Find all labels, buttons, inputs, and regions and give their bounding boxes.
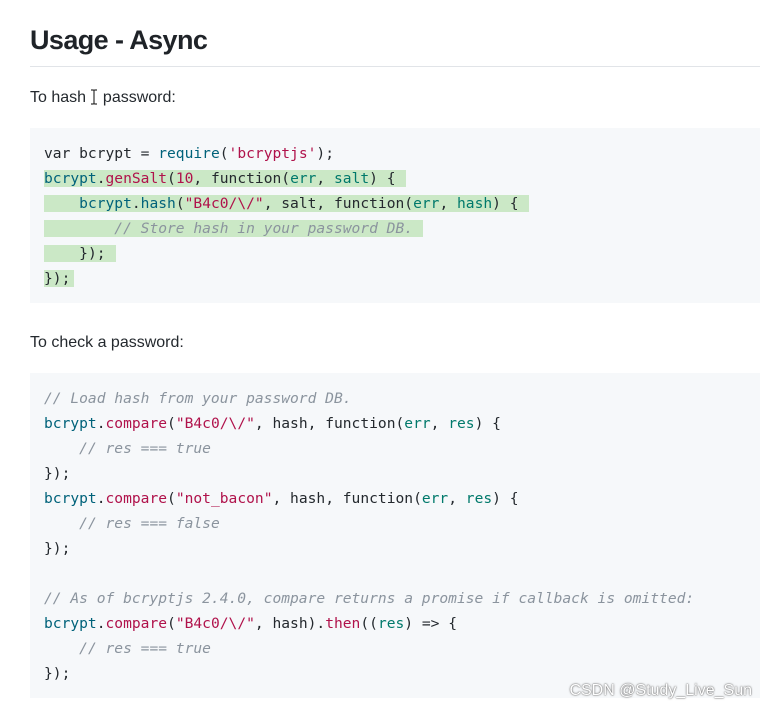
hash-intro-text: To hash password: — [30, 86, 176, 110]
code-line: }); — [44, 540, 71, 557]
code-line: bcrypt.compare("B4c0/\/", hash).then((re… — [44, 615, 458, 632]
code-line: bcrypt.compare("not_bacon", hash, functi… — [44, 490, 519, 507]
code-line: // As of bcryptjs 2.4.0, compare returns… — [44, 590, 695, 607]
hash-code-block[interactable]: var bcrypt = require('bcryptjs'); bcrypt… — [30, 128, 760, 303]
selection-highlight: }); — [44, 245, 116, 262]
text-cursor-icon — [90, 89, 98, 105]
selection-highlight: // Store hash in your password DB. — [44, 220, 424, 237]
section-heading: Usage - Async — [30, 25, 208, 55]
check-intro-text: To check a password: — [30, 334, 184, 351]
selection-highlight: }); — [44, 270, 75, 287]
heading-divider — [30, 66, 760, 67]
code-line: var bcrypt = require('bcryptjs'); — [44, 145, 334, 162]
code-line: }); — [44, 465, 71, 482]
code-line-selected: bcrypt.hash("B4c0/\/", salt, function(er… — [44, 191, 760, 216]
hash-intro-suffix: password: — [98, 89, 176, 106]
hash-intro-prefix: To hash — [30, 89, 91, 106]
code-line-selected: // Store hash in your password DB. — [44, 216, 760, 241]
code-line-selected: bcrypt.genSalt(10, function(err, salt) { — [44, 166, 760, 191]
code-line: // res === true — [79, 640, 211, 657]
check-code-block[interactable]: // Load hash from your password DB. bcry… — [30, 373, 760, 698]
code-line: // res === true — [79, 440, 211, 457]
code-line-selected: }); — [44, 241, 760, 266]
code-line: // Load hash from your password DB. — [44, 390, 352, 407]
selection-highlight: bcrypt.genSalt(10, function(err, salt) { — [44, 170, 406, 187]
code-line: // res === false — [79, 515, 220, 532]
code-line-selected: }); — [44, 266, 760, 291]
document-page: Usage - Async To hash password: var bcry… — [0, 0, 767, 711]
csdn-watermark: CSDN @Study_Live_Sun — [569, 682, 752, 699]
selection-highlight: bcrypt.hash("B4c0/\/", salt, function(er… — [44, 195, 529, 212]
code-line: bcrypt.compare("B4c0/\/", hash, function… — [44, 415, 501, 432]
